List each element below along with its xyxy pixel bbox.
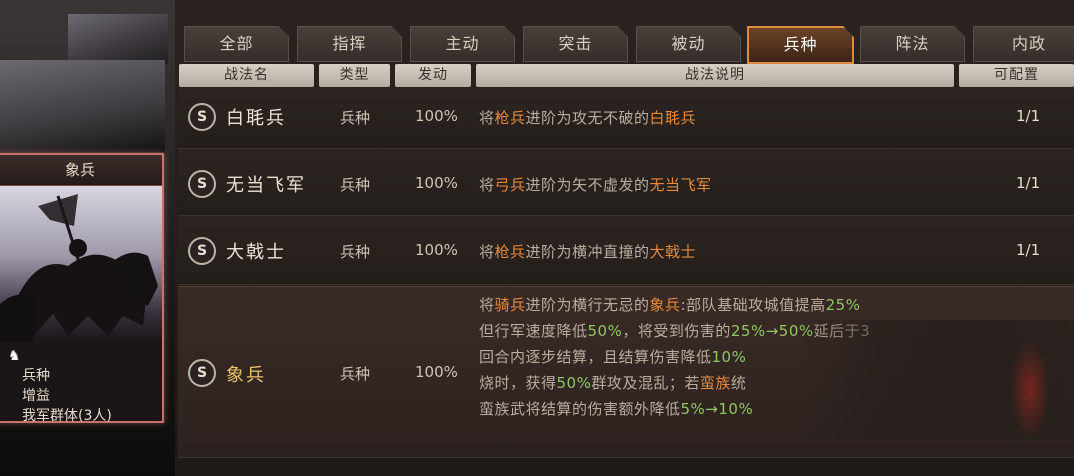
description-text: 统 — [730, 374, 747, 392]
horse-icon: ♞ — [8, 348, 21, 364]
card-title: 象兵 — [0, 155, 162, 186]
left-art-panel: 象兵 ♞ 兵种 增益 我军群体(3人) — [0, 0, 175, 476]
description-text: 进阶为横行无忌的 — [525, 296, 650, 314]
tab-internal[interactable]: 内政 — [973, 26, 1074, 62]
red-glow-decoration — [1010, 340, 1050, 440]
highlight-text: 骑兵 — [494, 296, 526, 314]
description-text: 回合内逐步结算，且结算伤害降低 — [479, 348, 712, 366]
tactic-type: 兵种 — [340, 176, 371, 194]
description-text: 群攻及混乱；若 — [591, 374, 700, 392]
highlight-text: 枪兵 — [494, 243, 526, 261]
description-text: 将 — [479, 109, 495, 127]
tactic-description: 将弓兵进阶为矢不虚发的无当飞军 — [479, 174, 712, 195]
description-text: 进阶为矢不虚发的 — [525, 176, 650, 194]
card-illustration — [0, 186, 162, 342]
tab-assault[interactable]: 突击 — [523, 26, 628, 62]
tab-all[interactable]: 全部 — [184, 26, 289, 62]
highlight-text: 白毦兵 — [649, 109, 697, 127]
highlight-text: 大戟士 — [649, 243, 697, 261]
selected-tactic-card[interactable]: 象兵 ♞ 兵种 增益 我军群体(3人) — [0, 153, 164, 426]
description-text: ，将受到伤害的 — [622, 322, 731, 340]
card-info: ♞ 兵种 增益 我军群体(3人) — [0, 342, 162, 426]
tab-active[interactable]: 主动 — [410, 26, 515, 62]
cavalry-silhouette-image — [0, 194, 158, 342]
tab-troop[interactable]: 兵种 — [747, 26, 854, 64]
tactic-description: 将枪兵进阶为横冲直撞的大戟士 — [479, 241, 696, 262]
card-info-row: 兵种 — [8, 366, 162, 386]
highlight-text: 象兵 — [649, 296, 681, 314]
grade-badge: S — [188, 359, 216, 387]
description-text: 进阶为攻无不破的 — [525, 109, 650, 127]
description-text: 烧时，获得 — [479, 374, 557, 392]
tab-passive[interactable]: 被动 — [636, 26, 741, 62]
highlight-text: 10% — [711, 348, 747, 366]
tactic-rate: 100% — [415, 241, 458, 259]
scene-image-middle — [0, 60, 165, 152]
description-line: 将骑兵进阶为横行无忌的象兵:部队基础攻城值提高25% — [479, 292, 969, 318]
card-info-row: 增益 — [8, 386, 162, 406]
grade-badge: S — [188, 237, 216, 265]
tactic-config-count: 1/1 — [1016, 174, 1041, 192]
card-info-row: 我军群体(3人) — [8, 406, 162, 426]
description-text: :部队基础攻城值提高 — [680, 296, 826, 314]
highlight-text: 5%→10% — [680, 400, 754, 418]
grade-badge: S — [188, 103, 216, 131]
tactic-type: 兵种 — [340, 365, 371, 383]
tactic-rate: 100% — [415, 363, 458, 381]
tactic-config-count: 1/1 — [1016, 107, 1041, 125]
column-header-rate[interactable]: 发动 — [395, 64, 471, 87]
tactic-rate: 100% — [415, 107, 458, 125]
tactic-rate: 100% — [415, 174, 458, 192]
card-troop-type: 兵种 — [22, 368, 50, 384]
highlight-text: 弓兵 — [494, 176, 526, 194]
tactic-description: 将枪兵进阶为攻无不破的白毦兵 — [479, 107, 696, 128]
scene-image-top — [68, 14, 168, 64]
description-text: 将 — [479, 243, 495, 261]
description-text: 蛮族武将结算的伤害额外降低 — [479, 400, 681, 418]
highlight-text: 蛮族 — [699, 374, 731, 392]
tactic-type: 兵种 — [340, 243, 371, 261]
highlight-text: 50% — [587, 322, 623, 340]
highlight-text: 50% — [556, 374, 592, 392]
column-header-type[interactable]: 类型 — [319, 64, 390, 87]
tactic-type: 兵种 — [340, 109, 371, 127]
column-header-name[interactable]: 战法名 — [179, 64, 314, 87]
highlight-text: 枪兵 — [494, 109, 526, 127]
tactic-name: 白毦兵 — [226, 108, 286, 129]
highlight-text: 无当飞军 — [649, 176, 712, 194]
tactic-name: 象兵 — [226, 365, 266, 386]
tab-command[interactable]: 指挥 — [297, 26, 402, 62]
tactic-name: 大戟士 — [226, 242, 286, 263]
description-text: 将 — [479, 176, 495, 194]
highlight-text: 25% — [825, 296, 861, 314]
card-info-row: ♞ — [8, 346, 162, 366]
description-text: 但行军速度降低 — [479, 322, 588, 340]
description-text: 将 — [479, 296, 495, 314]
tab-formation[interactable]: 阵法 — [860, 26, 965, 62]
tactics-screen: 象兵 ♞ 兵种 增益 我军群体(3人) 全部 指挥 主动 突击 被动 兵种 阵法… — [0, 0, 1074, 476]
tactic-config-count: 1/1 — [1016, 241, 1041, 259]
grade-badge: S — [188, 170, 216, 198]
description-text: 进阶为横冲直撞的 — [525, 243, 650, 261]
tactic-name: 无当飞军 — [226, 175, 306, 196]
card-target: 我军群体(3人) — [22, 408, 112, 424]
card-effect-type: 增益 — [22, 388, 50, 404]
column-header-desc: 战法说明 — [476, 64, 954, 87]
column-header-config[interactable]: 可配置 — [959, 64, 1074, 87]
